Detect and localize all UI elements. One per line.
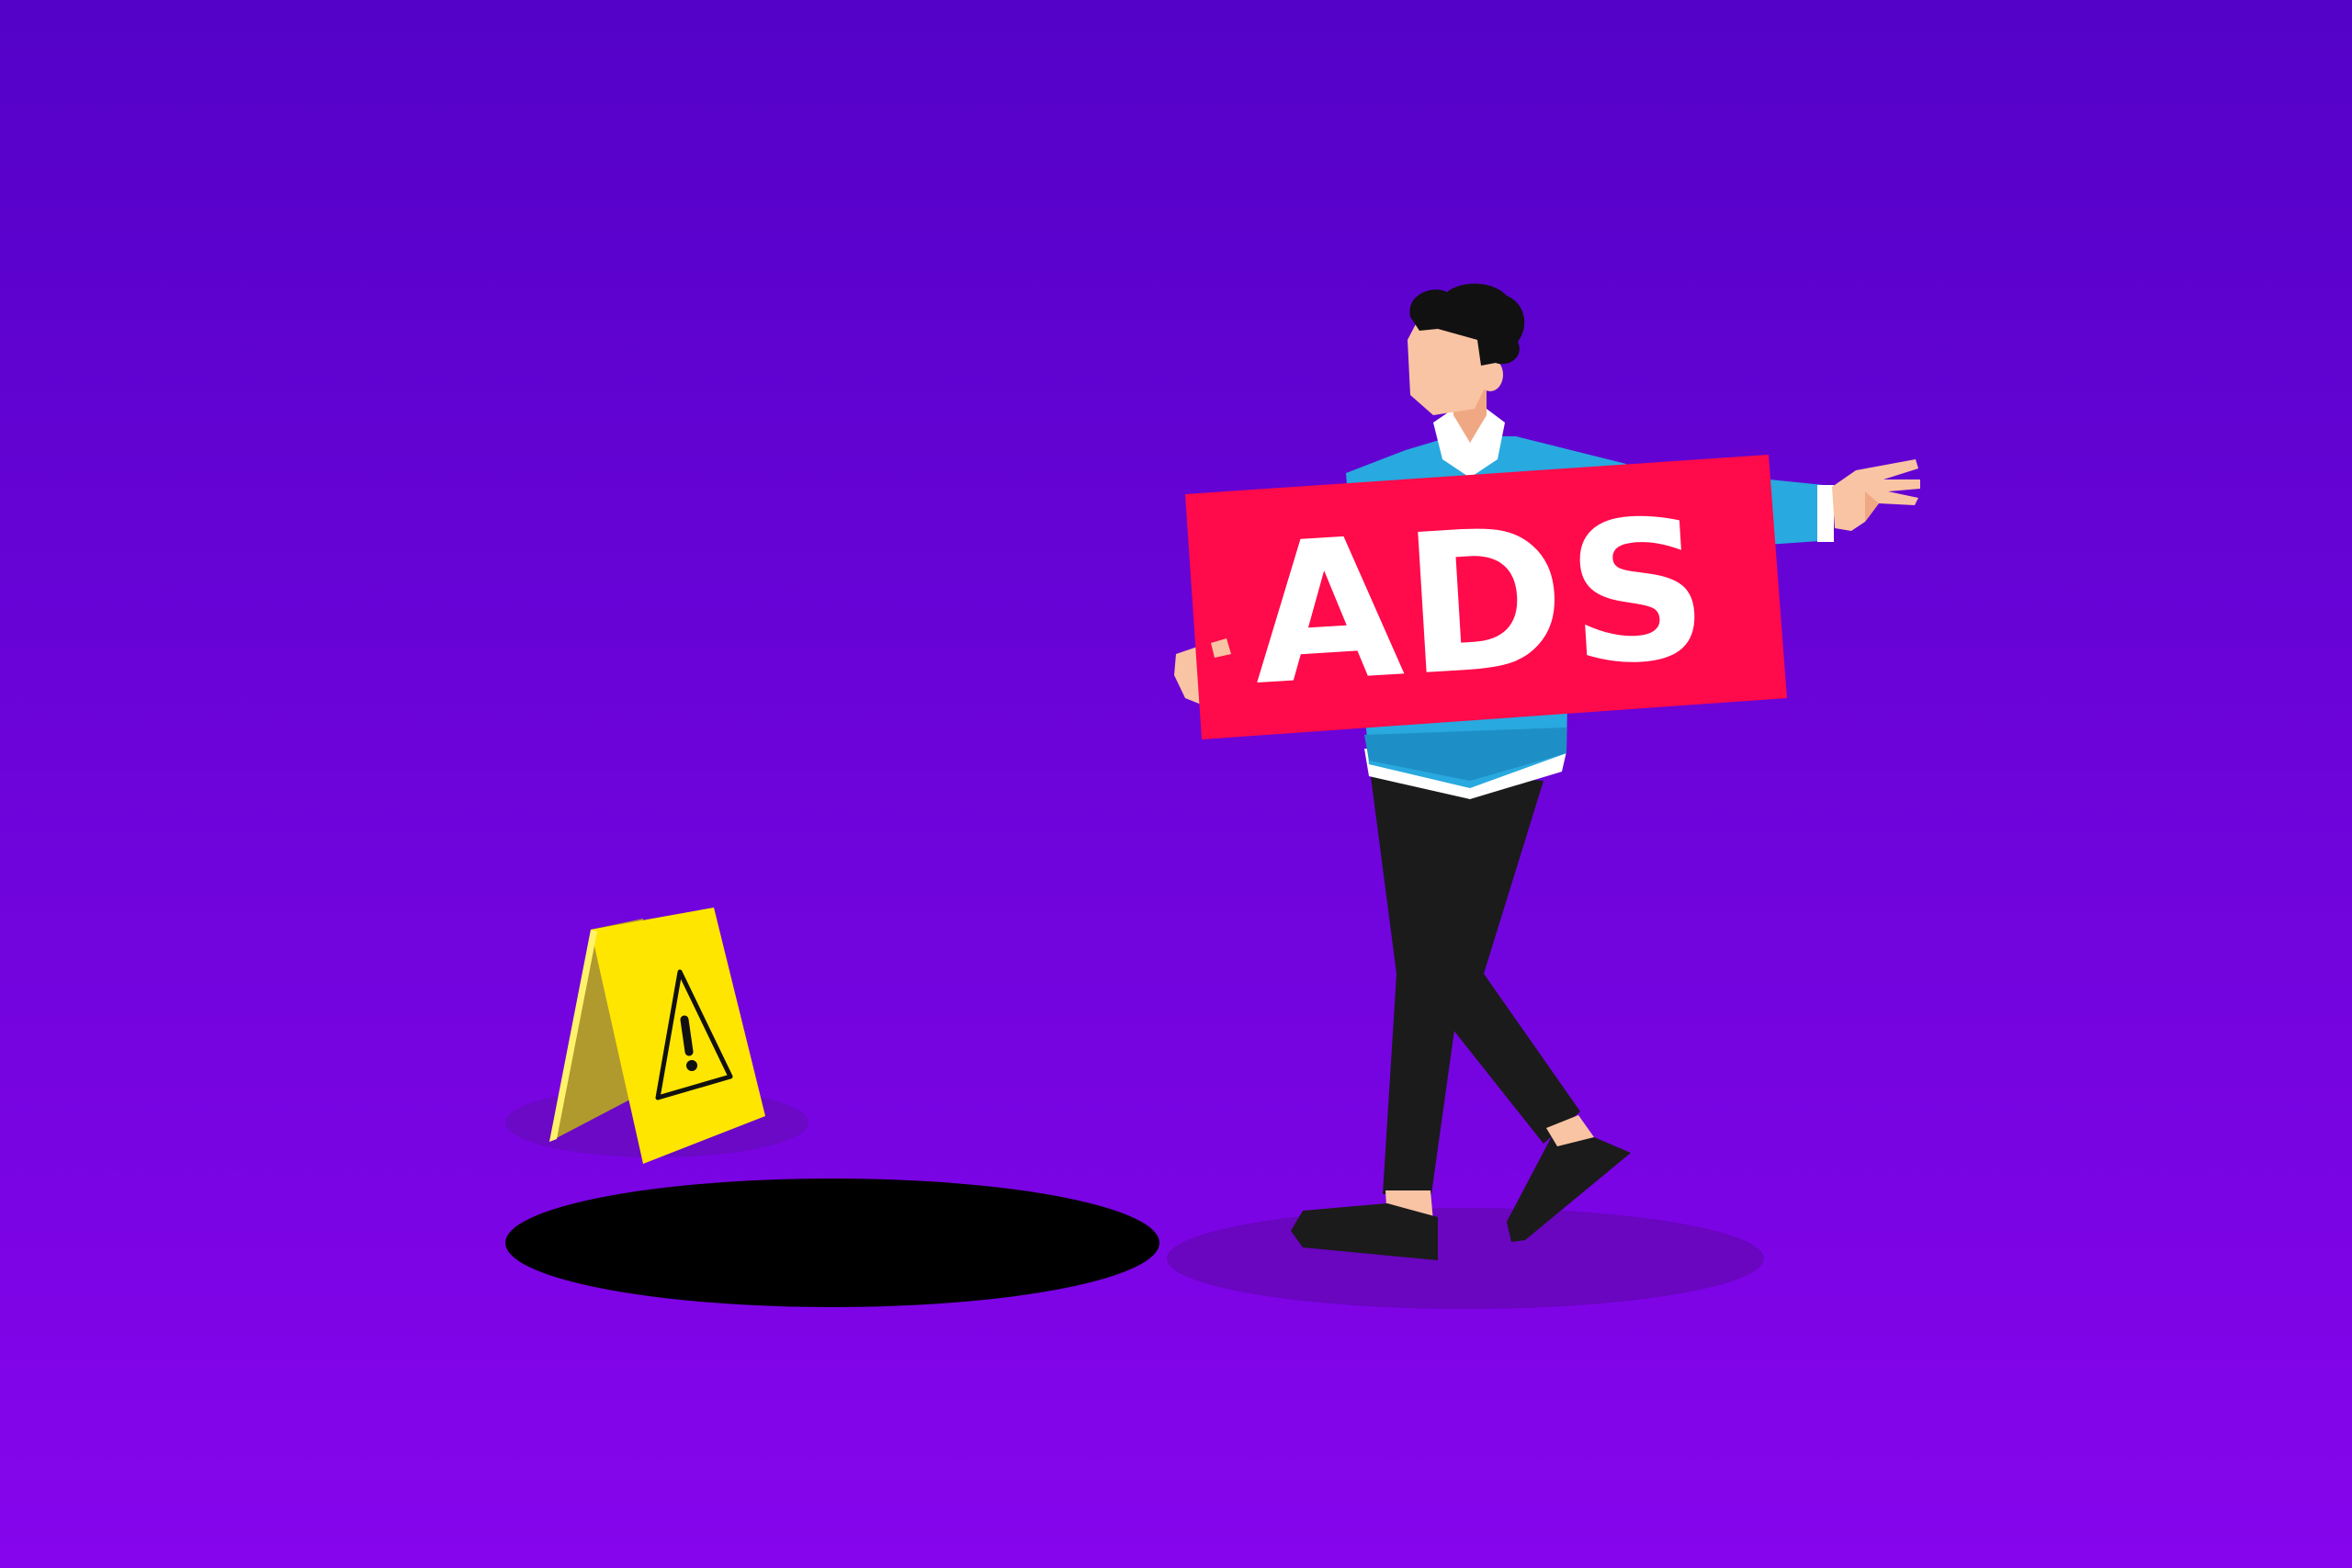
- background: [0, 0, 2352, 1568]
- man-ground-shadow: [1167, 1208, 1764, 1309]
- man-right-cuff: [1817, 485, 1834, 542]
- ads-sign-text: ADS: [1245, 476, 1717, 728]
- ads-sign: ADS: [1185, 455, 1787, 739]
- hole: [505, 1179, 1159, 1307]
- scene-illustration: ADS: [0, 0, 2352, 1568]
